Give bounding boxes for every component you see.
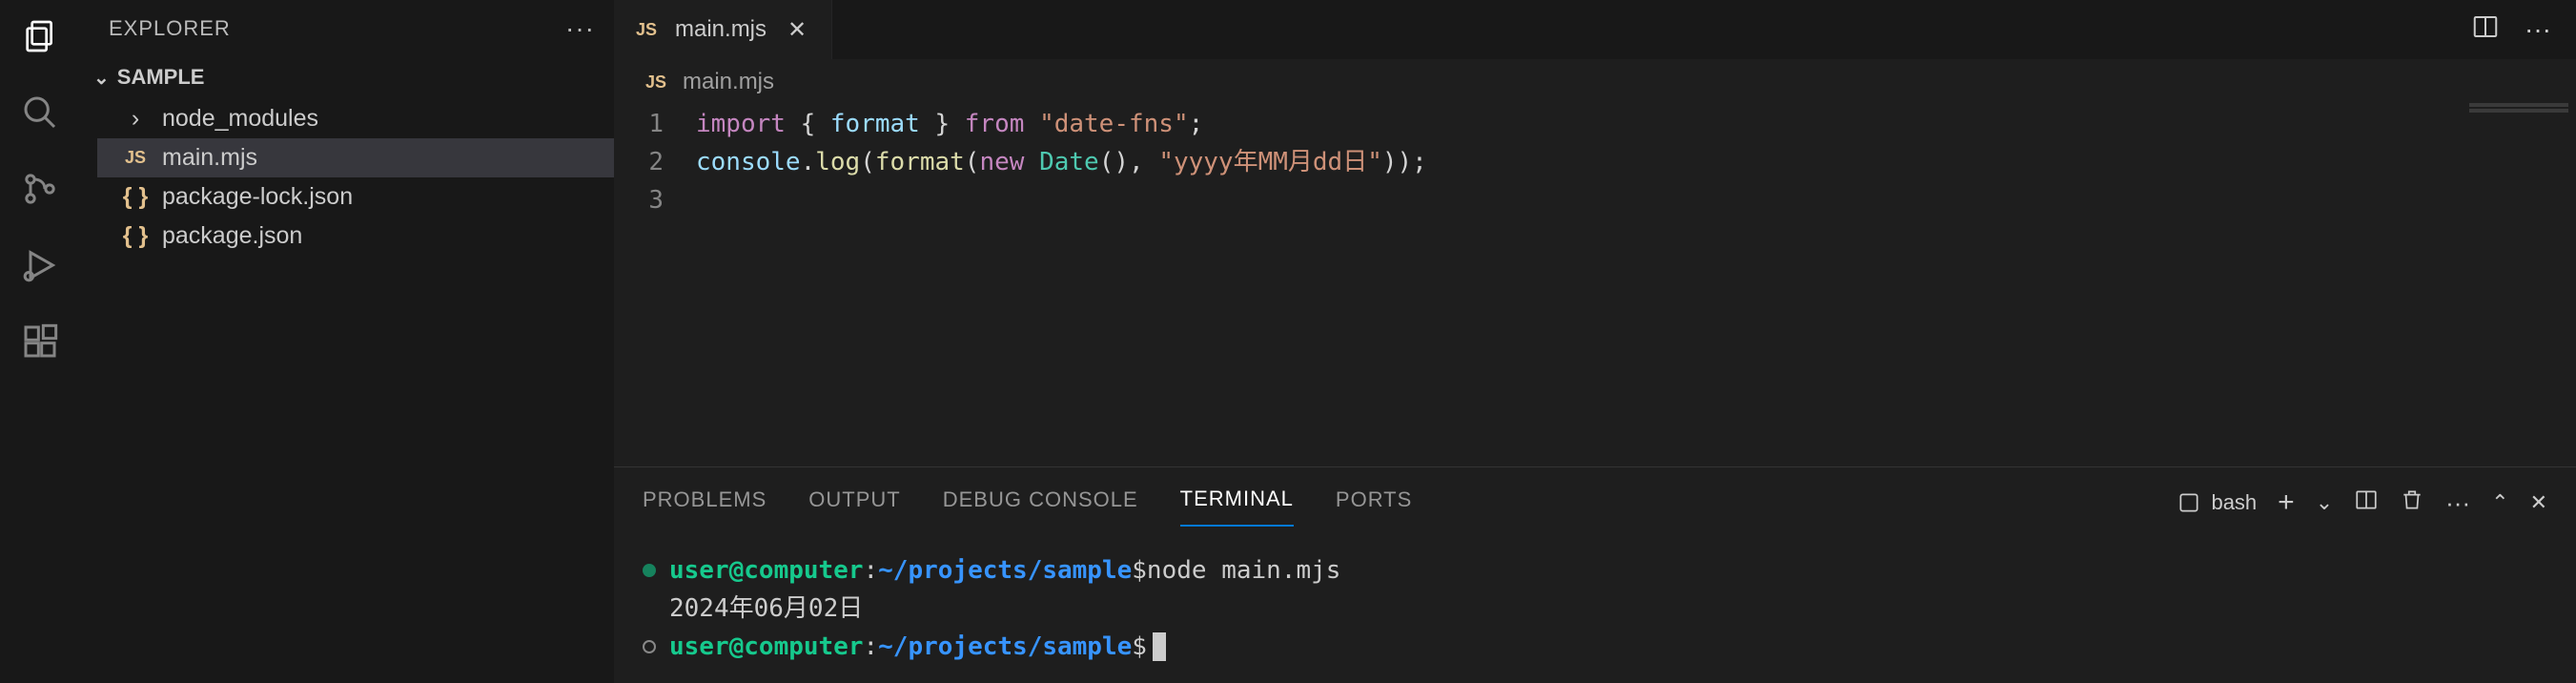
prompt-path: ~/projects/sample — [878, 628, 1132, 666]
file-tree: › node_modules JS main.mjs { } package-l… — [80, 99, 614, 256]
prompt-user: user@computer — [669, 551, 864, 590]
chevron-down-icon[interactable]: ⌄ — [2316, 490, 2333, 515]
trash-icon[interactable] — [2400, 487, 2424, 518]
search-icon[interactable] — [19, 92, 61, 134]
editor-actions: ··· — [2471, 0, 2576, 59]
terminal-output: 2024年06月02日 — [669, 590, 863, 628]
more-icon[interactable]: ··· — [2445, 488, 2470, 518]
prompt-user: user@computer — [669, 628, 864, 666]
tab-debug-console[interactable]: DEBUG CONSOLE — [943, 480, 1138, 526]
line-number: 2 — [614, 143, 664, 181]
line-gutter: 1 2 3 — [614, 105, 696, 466]
prompt-dot-icon — [643, 640, 656, 653]
file-package-json[interactable]: { } package.json — [97, 217, 614, 256]
folder-header[interactable]: ⌄ SAMPLE — [80, 61, 614, 99]
json-file-icon: { } — [122, 183, 149, 211]
file-label: main.mjs — [162, 144, 257, 172]
close-panel-icon[interactable]: ✕ — [2530, 490, 2547, 515]
line-number: 1 — [614, 105, 664, 143]
code-line: console.log(format(new Date(), "yyyy年MM月… — [696, 143, 1427, 181]
explorer-icon[interactable] — [19, 15, 61, 57]
chevron-right-icon: › — [122, 105, 149, 133]
tab-ports[interactable]: PORTS — [1336, 480, 1412, 526]
terminal-cursor — [1153, 632, 1166, 661]
sidebar-more-icon[interactable]: ··· — [565, 13, 595, 44]
tab-problems[interactable]: PROBLEMS — [643, 480, 767, 526]
breadcrumb[interactable]: JS main.mjs — [614, 59, 2576, 101]
shell-selector[interactable]: bash — [2177, 490, 2257, 515]
file-main-mjs[interactable]: JS main.mjs — [97, 138, 614, 177]
bottom-panel: PROBLEMS OUTPUT DEBUG CONSOLE TERMINAL P… — [614, 466, 2576, 683]
terminal-content[interactable]: user@computer:~/projects/sample$ node ma… — [614, 527, 2576, 683]
sidebar-header: EXPLORER ··· — [80, 0, 614, 61]
tab-main-mjs[interactable]: JS main.mjs ✕ — [614, 0, 832, 59]
code-editor[interactable]: 1 2 3 import { format } from "date-fns";… — [614, 101, 2576, 466]
prompt-path: ~/projects/sample — [878, 551, 1132, 590]
panel-actions: bash + ⌄ ··· ⌃ ✕ — [2177, 486, 2547, 519]
js-file-icon: JS — [633, 20, 660, 40]
sidebar: EXPLORER ··· ⌄ SAMPLE › node_modules JS … — [80, 0, 614, 683]
new-terminal-icon[interactable]: + — [2278, 486, 2295, 519]
tab-label: main.mjs — [675, 16, 767, 43]
file-label: package-lock.json — [162, 183, 353, 211]
folder-node-modules[interactable]: › node_modules — [97, 99, 614, 138]
file-label: node_modules — [162, 105, 318, 133]
tab-terminal[interactable]: TERMINAL — [1180, 479, 1294, 527]
breadcrumb-label: main.mjs — [683, 69, 774, 95]
code-content: import { format } from "date-fns"; conso… — [696, 105, 1427, 466]
chevron-down-icon: ⌄ — [93, 66, 110, 90]
terminal-line: 2024年06月02日 — [643, 590, 2547, 628]
main-area: JS main.mjs ✕ ··· JS main.mjs 1 2 3 impo… — [614, 0, 2576, 683]
source-control-icon[interactable] — [19, 168, 61, 210]
prompt-dot-icon — [643, 564, 656, 577]
extensions-icon[interactable] — [19, 321, 61, 362]
file-package-lock-json[interactable]: { } package-lock.json — [97, 177, 614, 217]
run-debug-icon[interactable] — [19, 244, 61, 286]
line-number: 3 — [614, 181, 664, 219]
terminal-line: user@computer:~/projects/sample$ node ma… — [643, 551, 2547, 590]
activity-bar — [0, 0, 80, 683]
split-terminal-icon[interactable] — [2354, 487, 2379, 518]
more-icon[interactable]: ··· — [2525, 14, 2551, 45]
chevron-up-icon[interactable]: ⌃ — [2491, 490, 2508, 515]
folder-name: SAMPLE — [117, 65, 205, 90]
panel-tabs: PROBLEMS OUTPUT DEBUG CONSOLE TERMINAL P… — [614, 467, 2576, 527]
terminal-command: node main.mjs — [1147, 551, 1341, 590]
tab-output[interactable]: OUTPUT — [808, 480, 900, 526]
code-line — [696, 181, 1427, 219]
file-label: package.json — [162, 222, 302, 250]
terminal-line: user@computer:~/projects/sample$ — [643, 628, 2547, 666]
close-icon[interactable]: ✕ — [782, 16, 812, 44]
minimap[interactable] — [2462, 101, 2576, 466]
code-line: import { format } from "date-fns"; — [696, 105, 1427, 143]
js-file-icon: JS — [122, 148, 149, 168]
split-editor-icon[interactable] — [2471, 12, 2500, 48]
sidebar-title: EXPLORER — [109, 16, 231, 41]
json-file-icon: { } — [122, 222, 149, 250]
shell-label: bash — [2211, 490, 2257, 515]
js-file-icon: JS — [643, 72, 669, 93]
editor-tabs: JS main.mjs ✕ ··· — [614, 0, 2576, 59]
